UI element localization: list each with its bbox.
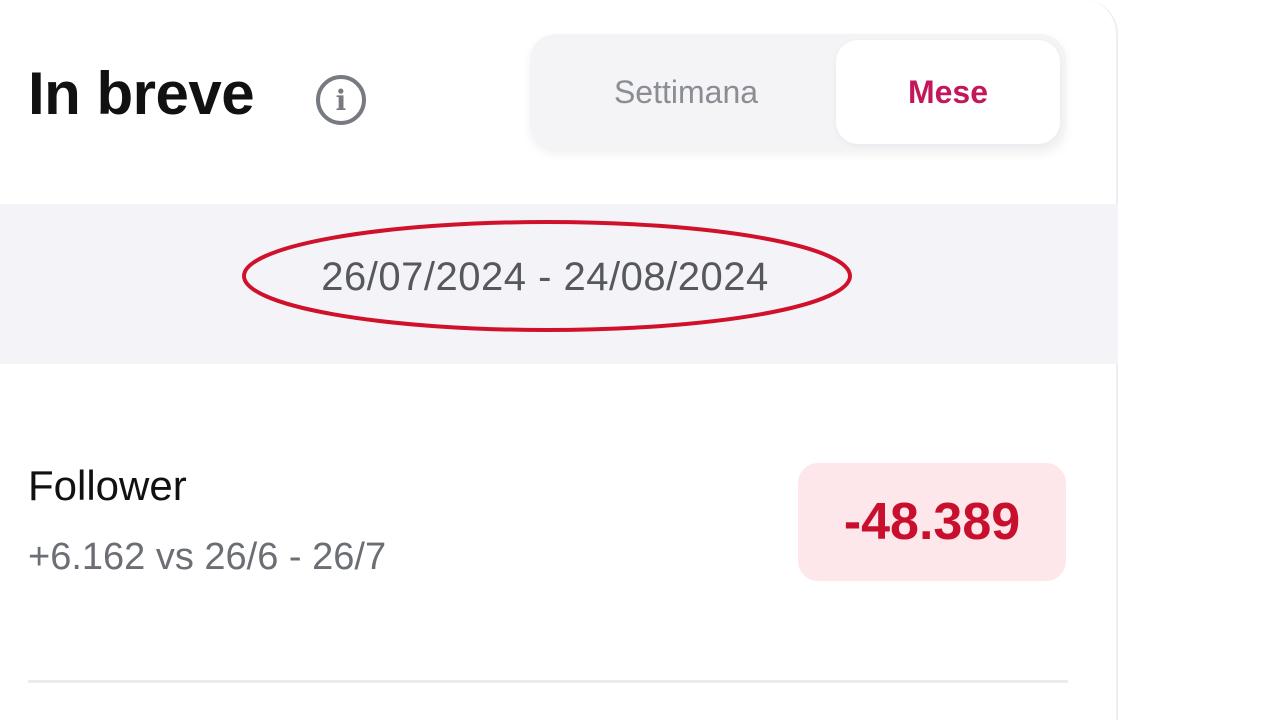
toggle-option-week[interactable]: Settimana xyxy=(540,40,832,144)
metric-value-badge: -48.389 xyxy=(798,463,1066,581)
red-ellipse-annotation xyxy=(242,220,852,332)
info-icon[interactable]: i xyxy=(316,75,366,125)
divider xyxy=(28,680,1068,683)
toggle-option-month[interactable]: Mese xyxy=(836,40,1060,144)
metric-comparison: +6.162 vs 26/6 - 26/7 xyxy=(28,536,387,578)
screen: In breve i Settimana Mese 26/07/2024 - 2… xyxy=(0,0,1280,720)
page-title: In breve xyxy=(28,60,255,127)
period-toggle: Settimana Mese xyxy=(530,34,1066,150)
metric-label: Follower xyxy=(28,462,187,509)
insights-card: In breve i Settimana Mese 26/07/2024 - 2… xyxy=(0,0,1118,720)
background-area xyxy=(1124,0,1280,720)
